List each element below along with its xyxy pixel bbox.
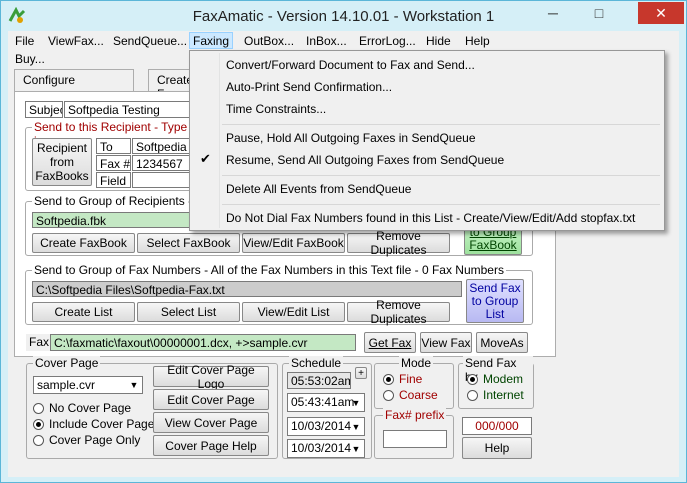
menu-buy[interactable]: Buy... xyxy=(12,51,48,68)
menu-viewfax[interactable]: ViewFax... xyxy=(45,33,107,50)
coarse-radio[interactable] xyxy=(383,390,394,401)
title-bar: FaxAmatic - Version 14.10.01 - Workstati… xyxy=(1,1,686,31)
fax-label: Fax xyxy=(26,334,50,351)
to-label: To xyxy=(96,138,131,154)
field1-label: Field 1 xyxy=(96,172,131,188)
send-fax-to-group-list-button[interactable]: Send Fax to Group List xyxy=(466,279,524,323)
edit-cover-page-logo-button[interactable]: Edit Cover Page Logo xyxy=(153,363,269,391)
coarse-label: Coarse xyxy=(399,388,438,402)
cover-page-only-radio[interactable] xyxy=(33,435,44,446)
modem-radio[interactable] xyxy=(467,374,478,385)
recipient-group: Send to this Recipient - Type in o Recip… xyxy=(25,120,195,191)
menu-file[interactable]: File xyxy=(12,33,37,50)
menu-hide[interactable]: Hide xyxy=(423,33,454,50)
menu-sendqueue[interactable]: SendQueue... xyxy=(110,33,190,50)
chevron-down-icon[interactable]: ▼ xyxy=(349,442,363,456)
cover-page-group: Cover Page sample.cvr ▼ No Cover Page In… xyxy=(26,356,278,459)
menu-item-stopfax[interactable]: Do Not Dial Fax Numbers found in this Li… xyxy=(192,207,662,229)
faxing-dropdown-menu: Convert/Forward Document to Fax and Send… xyxy=(189,50,665,231)
send-by-group: Send Fax by Modem Internet xyxy=(458,356,534,409)
menu-separator xyxy=(222,175,660,176)
cover-page-title: Cover Page xyxy=(33,356,101,370)
menu-help[interactable]: Help xyxy=(462,33,493,50)
include-cover-page-radio[interactable] xyxy=(33,419,44,430)
recipient-from-faxbooks-button[interactable]: Recipient from FaxBooks xyxy=(32,138,92,186)
menu-outbox[interactable]: OutBox... xyxy=(241,33,297,50)
chevron-down-icon[interactable]: ▼ xyxy=(349,420,363,434)
internet-radio[interactable] xyxy=(467,390,478,401)
group-numbers-title: Send to Group of Fax Numbers - All of th… xyxy=(32,263,506,277)
view-edit-list-button[interactable]: View/Edit List xyxy=(242,302,345,322)
close-button[interactable]: ✕ xyxy=(638,2,684,24)
fax-prefix-group: Fax# prefix xyxy=(374,408,454,459)
fax-list-file-field[interactable]: C:\Softpedia Files\Softpedia-Fax.txt xyxy=(32,281,462,297)
get-fax-button[interactable]: Get Fax xyxy=(364,332,416,353)
mode-title: Mode xyxy=(399,356,434,370)
window-title: FaxAmatic - Version 14.10.01 - Workstati… xyxy=(192,8,495,25)
view-cover-page-button[interactable]: View Cover Page xyxy=(153,412,269,433)
schedule-plus-button[interactable]: + xyxy=(355,367,367,379)
cover-page-only-label: Cover Page Only xyxy=(49,433,141,447)
group-recipients-title: Send to Group of Recipients - Ev xyxy=(32,194,212,208)
menu-item-delete-events[interactable]: Delete All Events from SendQueue xyxy=(192,178,662,200)
no-cover-page-radio[interactable] xyxy=(33,403,44,414)
menu-separator xyxy=(222,124,660,125)
cover-page-help-button[interactable]: Cover Page Help xyxy=(153,435,269,456)
menu-inbox[interactable]: InBox... xyxy=(303,33,350,50)
remove-duplicates-faxbook-button[interactable]: Remove Duplicates xyxy=(347,229,450,257)
schedule-time-readout: 05:53:02am xyxy=(287,372,351,389)
fax-number-field[interactable]: 1234567 xyxy=(132,155,192,171)
select-faxbook-button[interactable]: Select FaxBook xyxy=(137,233,240,253)
mode-group: Mode Fine Coarse xyxy=(374,356,454,409)
select-list-button[interactable]: Select List xyxy=(137,302,240,322)
help-button[interactable]: Help xyxy=(462,437,532,459)
menu-item-auto-print[interactable]: Auto-Print Send Confirmation... xyxy=(192,76,662,98)
fax-prefix-field[interactable] xyxy=(383,430,447,448)
menu-item-resume-send[interactable]: Resume, Send All Outgoing Faxes from Sen… xyxy=(192,149,662,171)
menu-item-convert-forward[interactable]: Convert/Forward Document to Fax and Send… xyxy=(192,54,662,76)
fax-prefix-title: Fax# prefix xyxy=(383,408,447,422)
remove-duplicates-list-button[interactable]: Remove Duplicates xyxy=(347,298,450,326)
fax-path-field[interactable]: C:\faxmatic\faxout\00000001.dcx, +>sampl… xyxy=(50,334,356,351)
menu-faxing[interactable]: Faxing xyxy=(189,32,234,49)
modem-label: Modem xyxy=(483,372,524,386)
fine-radio[interactable] xyxy=(383,374,394,385)
view-edit-faxbook-button[interactable]: View/Edit FaxBook xyxy=(242,233,345,253)
edit-cover-page-button[interactable]: Edit Cover Page xyxy=(153,389,269,410)
menu-item-pause-hold[interactable]: Pause, Hold All Outgoing Faxes in SendQu… xyxy=(192,127,662,149)
to-field[interactable]: Softpedia xyxy=(132,138,192,154)
menu-separator xyxy=(222,204,660,205)
chevron-down-icon[interactable]: ▼ xyxy=(127,378,141,392)
moveas-button[interactable]: MoveAs xyxy=(476,332,528,353)
maximize-button[interactable]: □ xyxy=(585,2,613,24)
create-faxbook-button[interactable]: Create FaxBook xyxy=(32,233,135,253)
no-cover-page-label: No Cover Page xyxy=(49,401,132,415)
subject-field[interactable]: Softpedia Testing xyxy=(64,101,194,118)
minimize-button[interactable]: ─ xyxy=(539,2,567,24)
menu-errorlog[interactable]: ErrorLog... xyxy=(356,33,419,50)
fax-number-label: Fax # xyxy=(96,155,131,171)
chevron-down-icon[interactable]: ▼ xyxy=(349,396,363,410)
schedule-title: Schedule xyxy=(289,356,344,370)
fine-label: Fine xyxy=(399,372,423,386)
create-list-button[interactable]: Create List xyxy=(32,302,135,322)
include-cover-page-label: Include Cover Page xyxy=(49,417,155,431)
field1-field[interactable] xyxy=(132,172,192,188)
subject-label: Subject xyxy=(25,101,63,118)
view-fax-button[interactable]: View Fax xyxy=(420,332,472,353)
fax-counter: 000/000 xyxy=(462,417,532,435)
app-window: FaxAmatic - Version 14.10.01 - Workstati… xyxy=(0,0,687,483)
internet-label: Internet xyxy=(483,388,524,402)
menu-item-time-constraints[interactable]: Time Constraints... xyxy=(192,98,662,120)
group-numbers-group: Send to Group of Fax Numbers - All of th… xyxy=(25,263,533,326)
schedule-group: Schedule 05:53:02am + 05:43:41am ▼ 10/03… xyxy=(282,356,372,459)
